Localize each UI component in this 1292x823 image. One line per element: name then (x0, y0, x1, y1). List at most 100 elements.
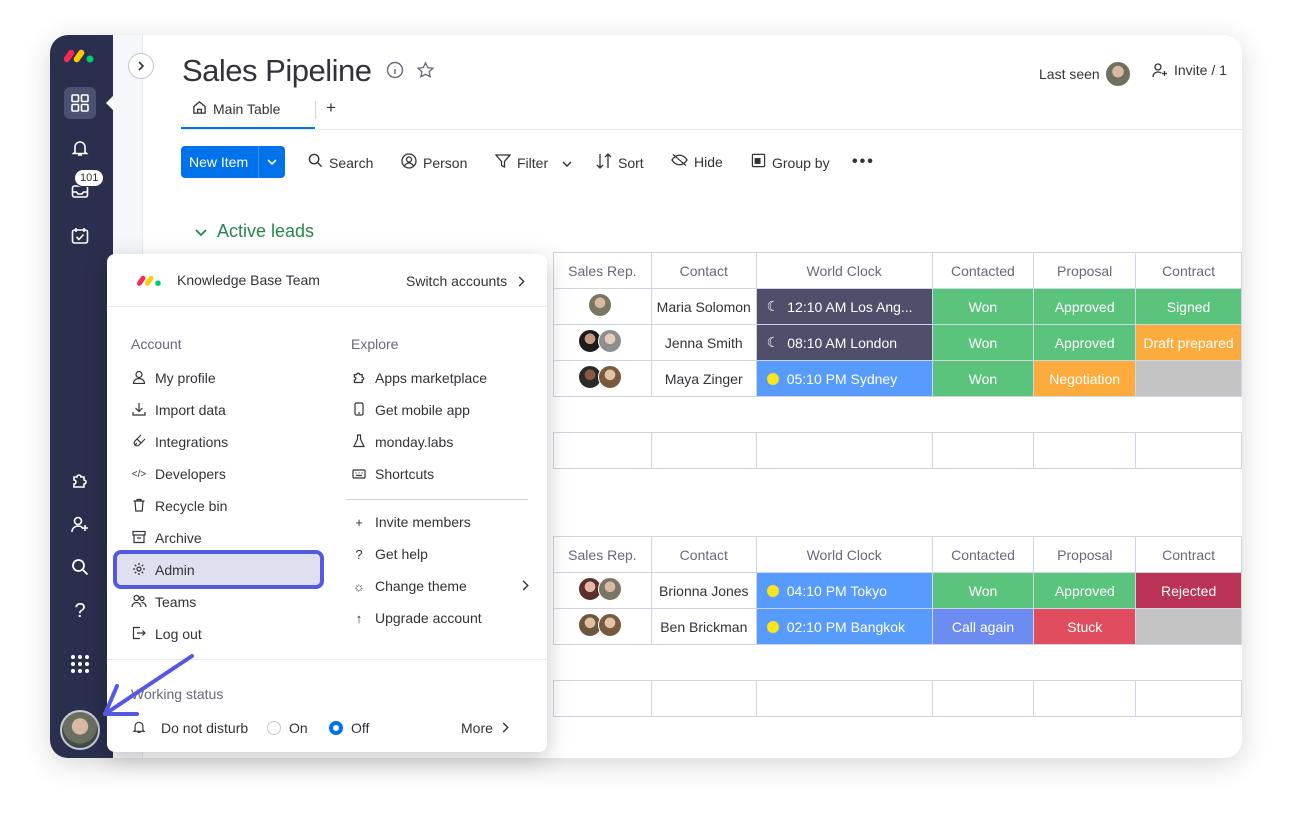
menu-item-developers[interactable]: </> Developers (131, 464, 226, 484)
contact-cell[interactable]: Ben Brickman (650, 608, 757, 645)
add-view-button[interactable]: + (326, 98, 336, 118)
col-contacted[interactable]: Contacted (931, 252, 1035, 289)
board-title[interactable]: Sales Pipeline (182, 53, 372, 89)
contract-status[interactable] (1135, 360, 1242, 397)
more-link[interactable]: More (461, 718, 509, 738)
filter-chevron-down-icon[interactable] (562, 155, 572, 171)
contract-status[interactable]: Signed (1135, 288, 1242, 325)
menu-item-recycle-bin[interactable]: Recycle bin (131, 496, 227, 516)
contacted-status[interactable]: Won (931, 360, 1035, 397)
contact-cell[interactable]: Jenna Smith (650, 324, 757, 361)
help-question-icon[interactable]: ? (64, 595, 96, 627)
invite-user-icon[interactable] (64, 508, 96, 540)
world-clock-cell[interactable]: ☾ 08:10 AM London (755, 324, 933, 361)
menu-item-shortcuts[interactable]: Shortcuts (351, 464, 434, 484)
col-world-clock[interactable]: World Clock (755, 252, 933, 289)
info-icon[interactable] (386, 61, 404, 85)
monday-logo-icon[interactable] (63, 45, 96, 70)
menu-item-monday-labs[interactable]: monday.labs (351, 432, 453, 452)
col-proposal[interactable]: Proposal (1033, 252, 1137, 289)
person-filter-button[interactable]: Person (401, 153, 467, 173)
menu-item-admin[interactable]: Admin (131, 560, 195, 580)
menu-item-my-profile[interactable]: My profile (131, 368, 216, 388)
col-world-clock[interactable]: World Clock (755, 536, 933, 573)
new-item-dropdown-icon[interactable] (258, 146, 285, 178)
notifications-bell-icon[interactable] (64, 132, 96, 164)
proposal-status[interactable]: Approved (1033, 572, 1137, 609)
dnd-off-radio[interactable]: Off (329, 718, 369, 738)
col-contract[interactable]: Contract (1135, 252, 1242, 289)
user-avatar[interactable] (60, 710, 100, 750)
group-collapse-chevron-icon[interactable] (195, 221, 207, 242)
world-clock-cell[interactable]: ☾ 12:10 AM Los Ang... (755, 288, 933, 325)
col-sales-rep[interactable]: Sales Rep. (553, 252, 652, 289)
filter-button[interactable]: Filter (494, 153, 572, 173)
proposal-status[interactable]: Approved (1033, 288, 1137, 325)
more-options-button[interactable]: ••• (852, 153, 875, 171)
search-icon[interactable] (64, 551, 96, 583)
sales-rep-cell[interactable] (553, 572, 652, 609)
workspace-grid-icon[interactable] (64, 87, 96, 119)
menu-item-upgrade-account[interactable]: ↑ Upgrade account (351, 608, 482, 628)
sales-rep-cell[interactable] (553, 324, 652, 361)
invite-button[interactable]: Invite / 1 (1152, 62, 1227, 81)
hide-button[interactable]: Hide (671, 153, 723, 171)
apps-puzzle-icon[interactable] (64, 464, 96, 496)
sort-button[interactable]: Sort (596, 153, 644, 173)
proposal-status[interactable]: Stuck (1033, 608, 1137, 645)
menu-item-get-mobile-app[interactable]: Get mobile app (351, 400, 470, 420)
my-work-icon[interactable] (64, 220, 96, 252)
contacted-status[interactable]: Won (931, 324, 1035, 361)
product-switcher-icon[interactable] (64, 648, 96, 680)
radio-selected[interactable] (329, 721, 343, 735)
contract-status[interactable]: Rejected (1135, 572, 1242, 609)
menu-item-import-data[interactable]: Import data (131, 400, 226, 420)
contacted-status[interactable]: Won (931, 288, 1035, 325)
switch-accounts-link[interactable]: Switch accounts (406, 273, 525, 290)
world-clock-cell[interactable]: 05:10 PM Sydney (755, 360, 933, 397)
contract-status[interactable] (1135, 608, 1242, 645)
world-clock-cell[interactable]: 04:10 PM Tokyo (755, 572, 933, 609)
tab-main-table[interactable]: Main Table (192, 100, 280, 118)
menu-item-get-help[interactable]: ? Get help (351, 544, 428, 564)
moon-icon: ☾ (766, 298, 780, 314)
sales-rep-cell[interactable] (553, 360, 652, 397)
add-item-row[interactable] (553, 644, 1242, 681)
proposal-status[interactable]: Negotiation (1033, 360, 1137, 397)
menu-item-archive[interactable]: Archive (131, 528, 202, 548)
last-seen[interactable]: Last seen (1039, 62, 1130, 86)
menu-item-log-out[interactable]: Log out (131, 624, 202, 644)
world-clock-cell[interactable]: 02:10 PM Bangkok (755, 608, 933, 645)
menu-item-apps-marketplace[interactable]: Apps marketplace (351, 368, 487, 388)
favorite-star-icon[interactable] (416, 61, 435, 85)
group-active-leads[interactable]: Active leads (195, 221, 314, 242)
sales-rep-cell[interactable] (553, 288, 652, 325)
dnd-on-radio[interactable]: On (267, 718, 308, 738)
radio-unselected[interactable] (267, 721, 281, 735)
sales-rep-cell[interactable] (553, 608, 652, 645)
contact-cell[interactable]: Maya Zinger (650, 360, 757, 397)
new-item-button[interactable]: New Item (181, 146, 285, 178)
group-by-button[interactable]: Group by (751, 153, 830, 172)
col-contact[interactable]: Contact (650, 252, 757, 289)
col-sales-rep[interactable]: Sales Rep. (553, 536, 652, 573)
menu-item-change-theme[interactable]: ☼ Change theme (351, 576, 529, 596)
contact-cell[interactable]: Maria Solomon (650, 288, 757, 325)
col-contract[interactable]: Contract (1135, 536, 1242, 573)
contacted-status[interactable]: Won (931, 572, 1035, 609)
add-item-row[interactable] (553, 396, 1242, 433)
proposal-status[interactable]: Approved (1033, 324, 1137, 361)
menu-item-label: Get mobile app (375, 402, 470, 418)
contacted-status[interactable]: Call again (931, 608, 1035, 645)
contract-status[interactable]: Draft prepared (1135, 324, 1242, 361)
col-contact[interactable]: Contact (650, 536, 757, 573)
menu-item-integrations[interactable]: Integrations (131, 432, 228, 452)
expand-panel-button[interactable] (128, 53, 154, 79)
contact-cell[interactable]: Brionna Jones (650, 572, 757, 609)
search-button[interactable]: Search (308, 153, 373, 172)
col-proposal[interactable]: Proposal (1033, 536, 1137, 573)
moon-icon: ☾ (766, 334, 780, 350)
menu-item-teams[interactable]: Teams (131, 592, 196, 612)
col-contacted[interactable]: Contacted (931, 536, 1035, 573)
menu-item-invite-members[interactable]: + Invite members (351, 512, 471, 532)
